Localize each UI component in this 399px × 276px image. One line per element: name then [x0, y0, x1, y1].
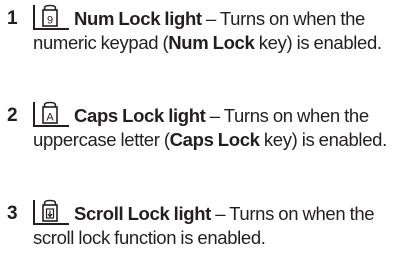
item-key-name: Num Lock	[168, 32, 255, 53]
item-description-end: key) is enabled.	[259, 129, 387, 150]
item-title: Scroll Lock light	[74, 203, 211, 224]
item-dash: –	[205, 105, 224, 126]
item-title: Caps Lock light	[74, 105, 206, 126]
item-key-name: Caps Lock	[169, 129, 260, 150]
item-text: Num Lock light – Turns on when the numer…	[33, 7, 399, 55]
item-text: Scroll Lock light – Turns on when the sc…	[33, 202, 399, 250]
item-dash: –	[210, 203, 230, 224]
item-number: 3	[7, 203, 18, 224]
item-dash: –	[201, 8, 220, 29]
item-description-end: key) is enabled.	[254, 32, 382, 53]
item-text: Caps Lock light – Turns on when the uppe…	[33, 104, 399, 152]
item-title: Num Lock light	[74, 8, 202, 29]
item-number: 1	[7, 8, 18, 29]
item-number: 2	[7, 105, 18, 126]
